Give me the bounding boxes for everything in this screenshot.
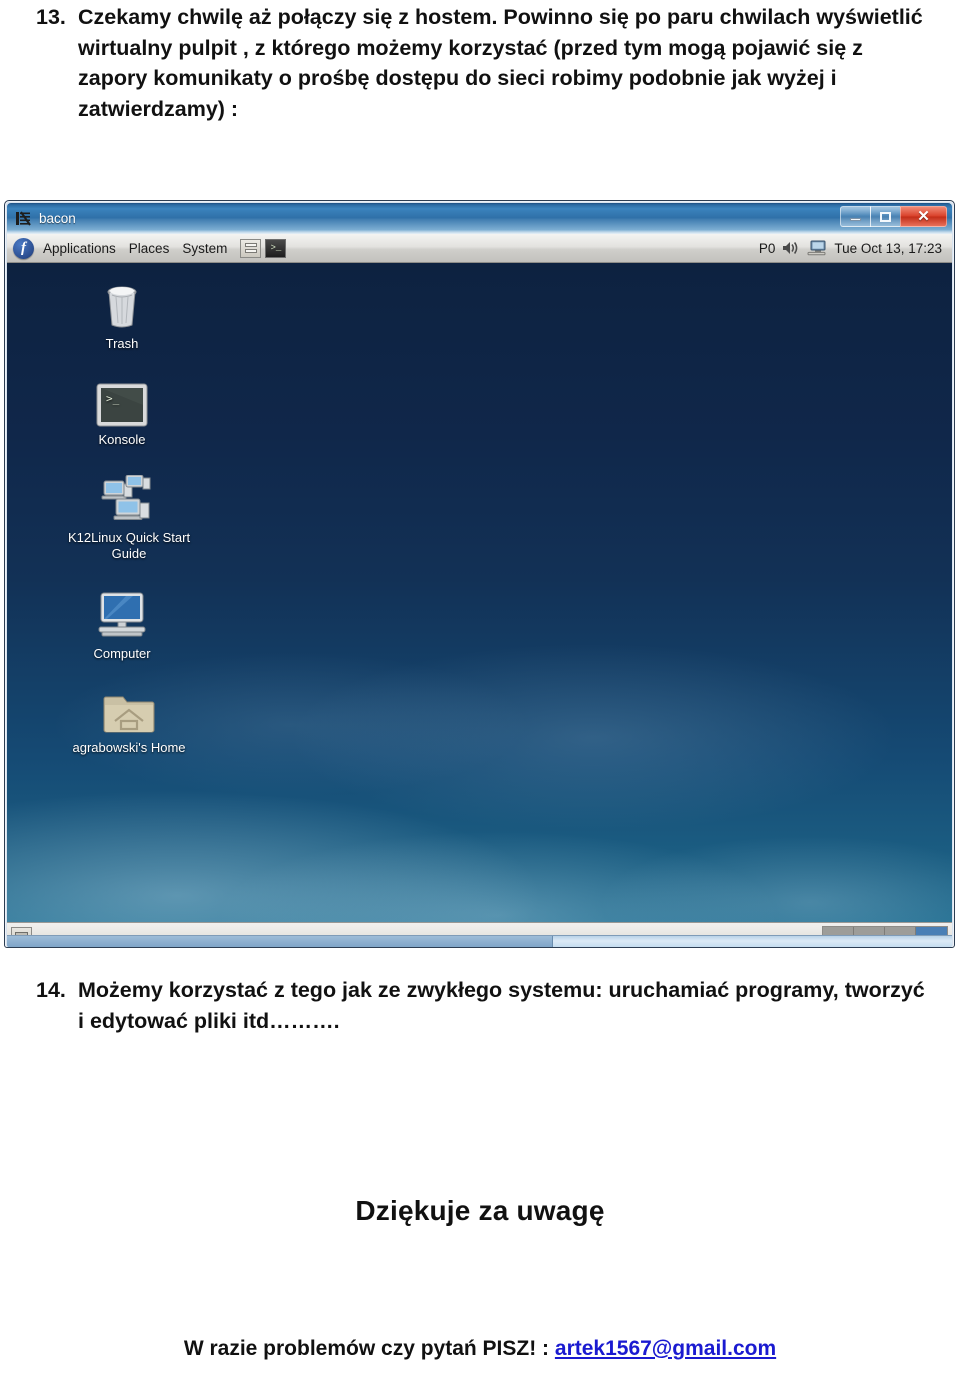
file-manager-icon[interactable] bbox=[240, 238, 262, 258]
step-14-text: Możemy korzystać z tego jak ze zwykłego … bbox=[78, 978, 925, 1033]
step-14-paragraph: 14. Możemy korzystać z tego jak ze zwykł… bbox=[36, 975, 936, 1036]
gnome-top-panel: f Applications Places System >_ P0 Tue O… bbox=[7, 234, 952, 263]
svg-text:>_: >_ bbox=[106, 392, 120, 405]
panel-clock[interactable]: Tue Oct 13, 17:23 bbox=[834, 241, 942, 256]
maximize-button[interactable] bbox=[870, 206, 901, 227]
window-titlebar[interactable]: bacon ✕ bbox=[7, 203, 952, 234]
step-13-text: Czekamy chwilę aż połączy się z hostem. … bbox=[78, 5, 923, 121]
desktop-icon-label: Computer bbox=[93, 646, 151, 661]
contact-prefix: W razie problemów czy pytań PISZ! : bbox=[183, 1337, 555, 1360]
scrollbar-thumb[interactable] bbox=[7, 936, 553, 947]
minimize-button[interactable] bbox=[840, 206, 871, 227]
step-13-paragraph: 13. Czekamy chwilę aż połączy się z host… bbox=[36, 2, 936, 124]
vnc-window-screenshot: bacon ✕ f Applications Places System >_ … bbox=[4, 200, 955, 948]
close-button[interactable]: ✕ bbox=[900, 206, 947, 227]
panel-tray: P0 Tue Oct 13, 17:23 bbox=[759, 240, 946, 256]
maximize-icon bbox=[880, 211, 891, 222]
step-14-number: 14. bbox=[36, 978, 66, 1002]
menu-applications[interactable]: Applications bbox=[43, 241, 116, 256]
terminal-icon: >_ bbox=[62, 375, 182, 427]
window-inner: bacon ✕ f Applications Places System >_ … bbox=[7, 203, 952, 947]
window-controls: ✕ bbox=[840, 206, 947, 227]
desktop-icon-label: Trash bbox=[105, 336, 139, 351]
fedora-logo-icon[interactable]: f bbox=[13, 237, 34, 259]
desktop-icon-home[interactable]: agrabowski's Home bbox=[39, 683, 219, 756]
volume-icon[interactable] bbox=[782, 240, 800, 256]
terminal-icon[interactable]: >_ bbox=[265, 238, 287, 258]
minimize-icon bbox=[850, 217, 861, 221]
close-icon: ✕ bbox=[917, 208, 930, 225]
computers-icon bbox=[59, 473, 199, 525]
trash-icon bbox=[62, 279, 182, 331]
horizontal-scrollbar[interactable] bbox=[7, 935, 952, 947]
menu-places[interactable]: Places bbox=[129, 241, 170, 256]
window-title: bacon bbox=[39, 211, 76, 226]
menu-system[interactable]: System bbox=[182, 241, 227, 256]
contact-line: W razie problemów czy pytań PISZ! : arte… bbox=[0, 1337, 960, 1361]
desktop-icon-k12linux-guide[interactable]: K12Linux Quick Start Guide bbox=[59, 473, 199, 562]
contact-email-link[interactable]: artek1567@gmail.com bbox=[555, 1337, 776, 1360]
home-folder-icon bbox=[39, 683, 219, 735]
computer-icon bbox=[62, 589, 182, 641]
desktop-icon-label: K12Linux Quick Start Guide bbox=[67, 530, 191, 561]
thanks-heading: Dziękuje za uwagę bbox=[355, 1195, 605, 1226]
display-icon[interactable] bbox=[807, 240, 827, 256]
remote-desktop-area[interactable]: Trash >_ Konsole K12Linux Quick Start Gu… bbox=[7, 263, 952, 922]
desktop-icon-trash[interactable]: Trash bbox=[62, 279, 182, 352]
desktop-icon-konsole[interactable]: >_ Konsole bbox=[62, 375, 182, 448]
desktop-icon-label: Konsole bbox=[98, 432, 146, 447]
desktop-icon-label: agrabowski's Home bbox=[72, 740, 186, 755]
desktop-icon-computer[interactable]: Computer bbox=[62, 589, 182, 662]
step-13-number: 13. bbox=[36, 5, 66, 29]
tray-label-p0[interactable]: P0 bbox=[759, 241, 776, 256]
vnc-viewer-icon bbox=[15, 210, 32, 227]
